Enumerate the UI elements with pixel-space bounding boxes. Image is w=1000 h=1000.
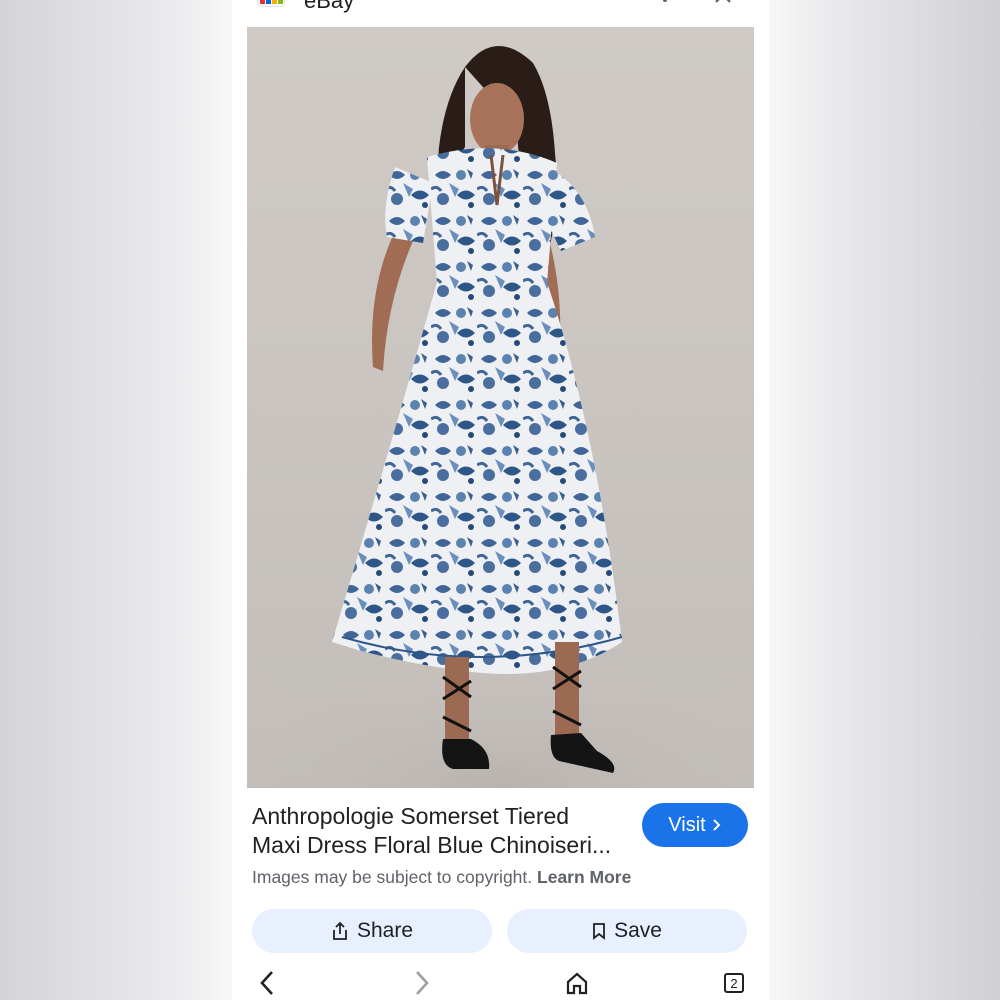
result-title-line-1: Anthropologie Somerset Tiered <box>252 803 570 829</box>
ebay-favicon-icon <box>258 0 284 6</box>
viewer-header: eBay <box>232 0 769 26</box>
save-label: Save <box>614 919 662 942</box>
tab-count: 2 <box>724 973 744 993</box>
home-icon[interactable] <box>562 968 592 998</box>
dress-photo <box>247 45 754 788</box>
tabs-button[interactable]: 2 <box>719 968 749 998</box>
share-label: Share <box>356 919 414 942</box>
close-icon[interactable] <box>714 0 732 6</box>
visit-label: Visit <box>668 813 706 836</box>
share-button[interactable]: Share <box>252 909 492 953</box>
copyright-notice: Images may be subject to copyright. Lear… <box>252 867 631 888</box>
back-icon[interactable] <box>252 968 282 998</box>
save-button[interactable]: Save <box>507 909 747 953</box>
copyright-text: Images may be subject to copyright. <box>252 867 533 887</box>
chevron-right-icon <box>712 819 721 831</box>
share-icon <box>333 921 347 940</box>
result-title-line-2: Maxi Dress Floral Blue Chinoiseri... <box>252 832 612 858</box>
more-options-icon[interactable] <box>660 0 670 8</box>
image-viewer: eBay Anthropologie Somerset Tiered Maxi … <box>232 0 769 1000</box>
browser-navbar: 2 <box>232 962 769 1000</box>
result-title[interactable]: Anthropologie Somerset Tiered Maxi Dress… <box>252 802 632 860</box>
visit-button[interactable]: Visit <box>642 803 748 847</box>
bookmark-icon <box>593 923 605 940</box>
forward-icon[interactable] <box>407 968 437 998</box>
site-name[interactable]: eBay <box>304 0 354 14</box>
product-image[interactable] <box>247 27 754 788</box>
learn-more-link[interactable]: Learn More <box>537 867 631 887</box>
